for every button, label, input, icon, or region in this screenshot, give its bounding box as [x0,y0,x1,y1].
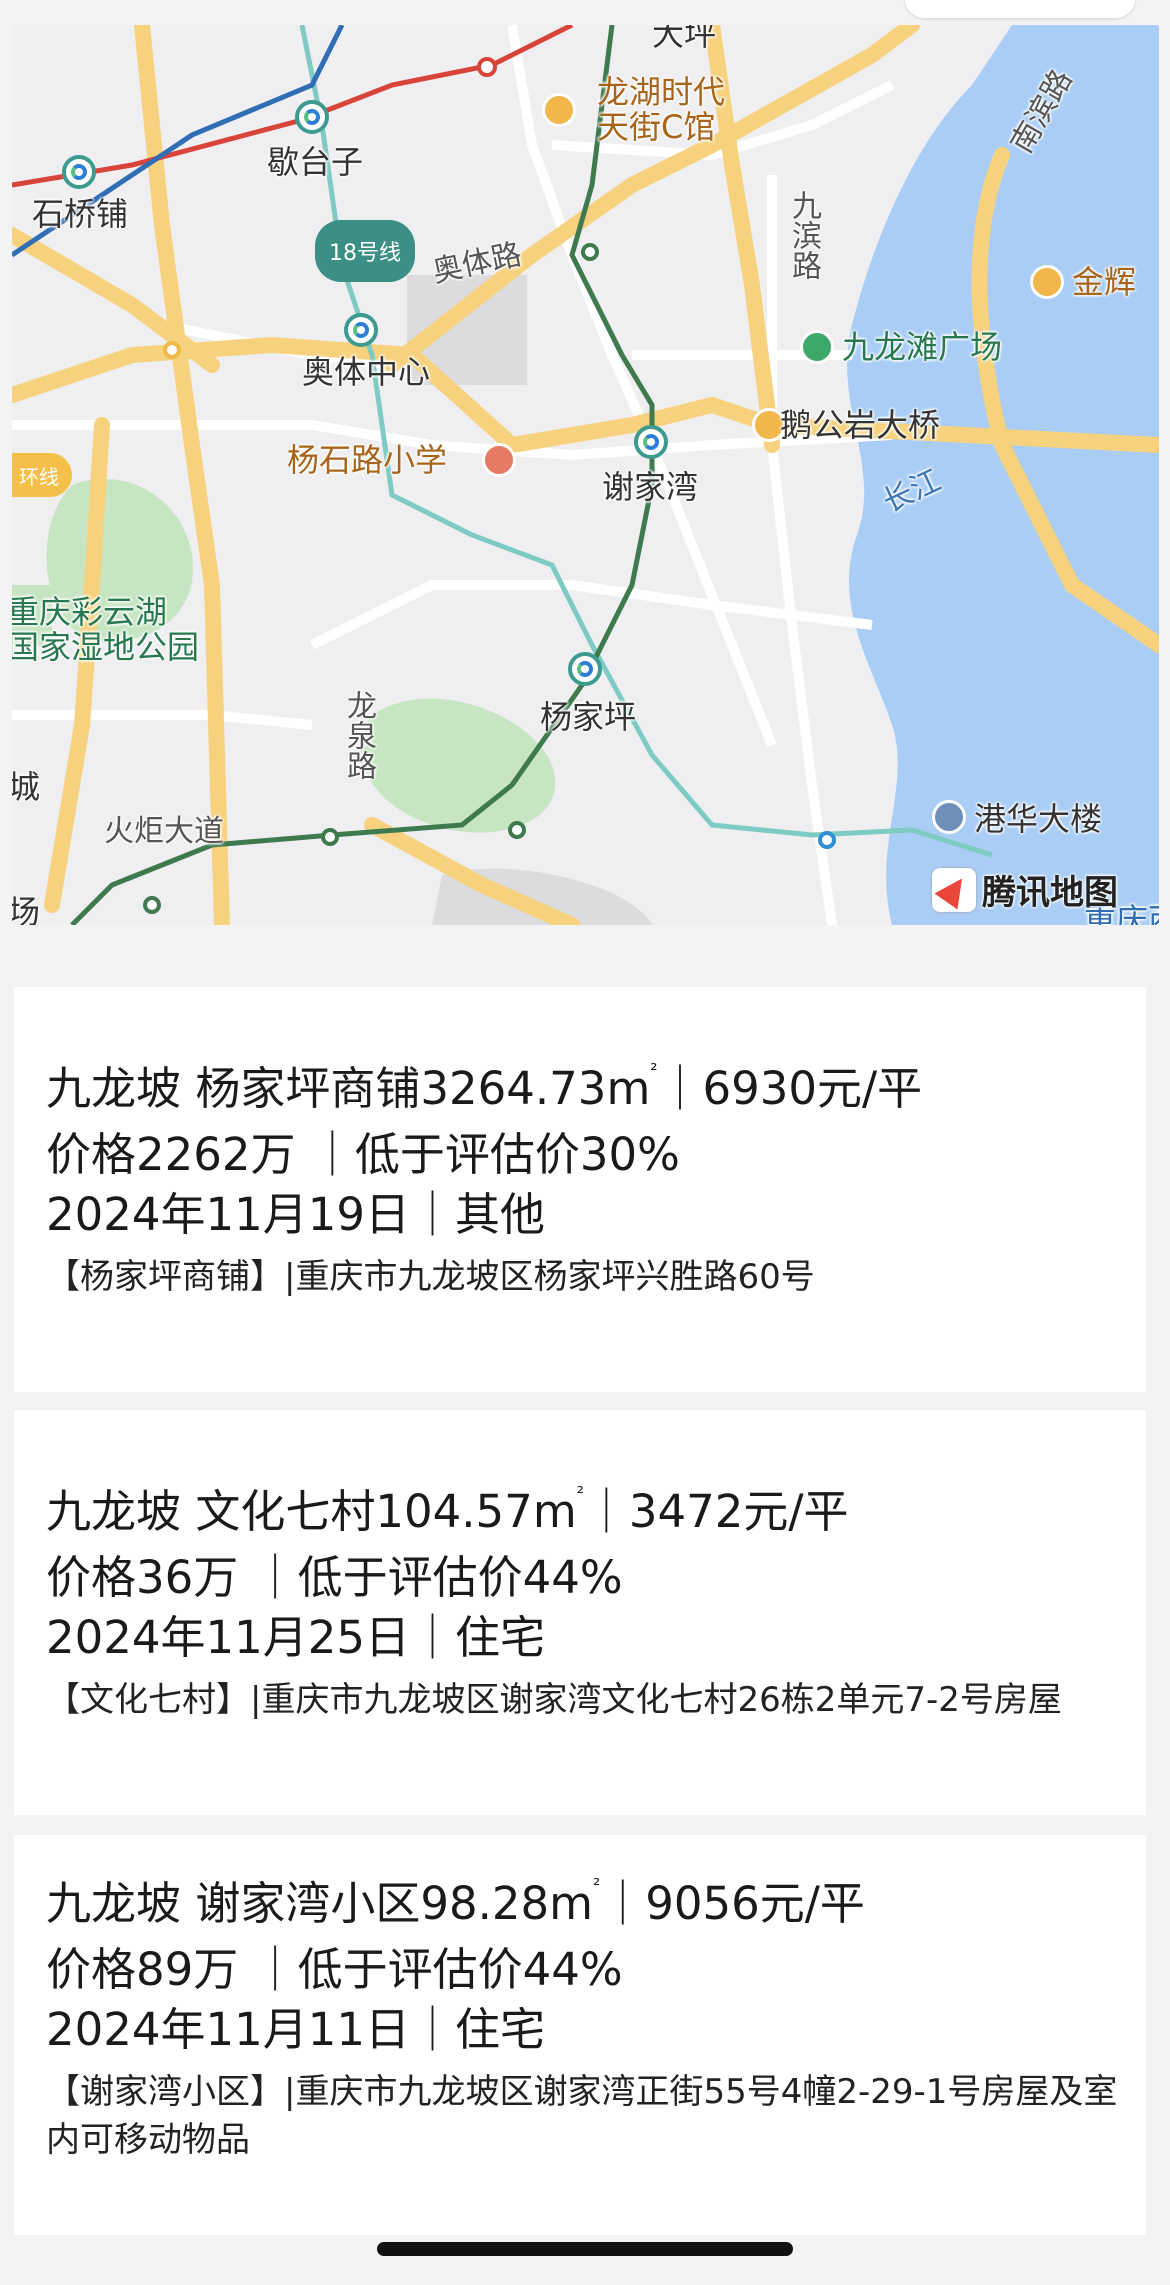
listing-address: 【谢家湾小区】|重庆市九龙坡区谢家湾正街55号4幢2-29-1号房屋及室内可移动… [46,2072,1118,2160]
listing-area: 104.57 [375,1485,533,1538]
line18-badge: 18号线 [315,220,415,282]
metro-station-icon[interactable] [344,313,378,347]
map-label-egongyan: 鹅公岩大桥 [780,406,941,444]
listing-area: 98.28 [420,1877,550,1930]
map-label-yangshilu[interactable]: 杨石路小学 [287,442,447,478]
school-poi-icon [482,443,516,477]
listing-unit-price: ｜9056元/平 [600,1877,865,1930]
listing-unit: m [532,1485,577,1538]
listing-unit: m [549,1877,594,1930]
map-label-ganghua: 港华大楼 [974,800,1103,838]
mall-poi-icon[interactable] [542,93,576,127]
listing-name: 文化七村 [195,1485,376,1538]
building-poi-icon [932,800,966,834]
listing-unit-price: ｜3472元/平 [583,1485,849,1538]
metro-station-icon[interactable] [568,652,602,686]
park-poi-icon[interactable] [800,330,834,364]
listing-price: 价格2262万 ｜低于评估价30% [46,1128,680,1181]
ring-line-badge: 环线 [12,453,72,497]
metro-station-icon[interactable] [634,425,668,459]
tencent-map-logo[interactable]: 腾讯地图 [932,865,1118,914]
listing-unit-price: ｜6930元/平 [657,1062,923,1115]
map-label-datan: 大坪 [652,25,717,53]
map-view[interactable]: 18号线 环线 大坪 龙湖时代 天街C馆 歇台子 石桥铺 奥体路 九滨路 南滨路… [12,25,1159,925]
top-pill [905,0,1135,18]
listing-unit-sup: ² [650,1060,658,1081]
listing-title: 九龙坡 文化七村104.57m²｜3472元/平 [46,1483,1146,1539]
listing-price: 价格89万 ｜低于评估价44% [46,1943,623,1996]
compass-icon [932,867,976,912]
listing-price: 价格36万 ｜低于评估价44% [46,1551,623,1604]
map-label-shiqiaopu: 石桥铺 [32,195,129,233]
listing-district: 九龙坡 [46,1877,182,1930]
listing-district: 九龙坡 [46,1062,182,1115]
listing-date: 2024年11月25日｜住宅 [46,1611,546,1664]
map-label-xietaizi: 歇台子 [267,143,364,181]
map-label-cheng: 城 [12,768,41,806]
map-label-aoti: 奥体中心 [302,353,431,391]
map-label-longquanlu: 龙泉路 [341,690,376,780]
mall-poi-icon[interactable] [1030,265,1064,299]
listing-card[interactable]: 九龙坡 谢家湾小区98.28m²｜9056元/平 价格89万 ｜低于评估价44%… [14,1835,1146,2235]
map-label-jiulongtan[interactable]: 九龙滩广场 [842,329,1002,365]
listing-unit: m [606,1062,651,1115]
map-label-longhu[interactable]: 龙湖时代 天街C馆 [597,74,725,145]
logo-text: 腾讯地图 [982,873,1118,913]
listing-title: 九龙坡 谢家湾小区98.28m²｜9056元/平 [46,1875,1146,1931]
listing-unit-sup: ² [576,1483,584,1504]
map-label-caiyunhu[interactable]: 重庆彩云湖 国家湿地公园 [12,594,199,665]
listing-card[interactable]: 九龙坡 杨家坪商铺3264.73m²｜6930元/平 价格2262万 ｜低于评估… [14,987,1146,1392]
metro-station-icon[interactable] [62,155,96,189]
listing-address: 【文化七村】|重庆市九龙坡区谢家湾文化七村26栋2单元7-2号房屋 [46,1680,1062,1720]
listing-name: 谢家湾小区 [195,1877,421,1930]
listing-address: 【杨家坪商铺】|重庆市九龙坡区杨家坪兴胜路60号 [46,1257,815,1297]
home-indicator[interactable] [377,2242,793,2256]
listing-district: 九龙坡 [46,1485,182,1538]
listing-area: 3264.73 [420,1062,607,1115]
map-label-huojudadao: 火炬大道 [104,814,224,849]
map-label-jiubinlu: 九滨路 [786,190,821,280]
listing-date: 2024年11月19日｜其他 [46,1188,546,1241]
listing-name: 杨家坪商铺 [195,1062,421,1115]
map-label-chang: 场 [12,893,41,925]
map-label-xiejiawan: 谢家湾 [602,468,699,506]
listing-card[interactable]: 九龙坡 文化七村104.57m²｜3472元/平 价格36万 ｜低于评估价44%… [14,1410,1146,1815]
metro-station-icon[interactable] [295,100,329,134]
listing-title: 九龙坡 杨家坪商铺3264.73m²｜6930元/平 [46,1060,1146,1116]
listing-date: 2024年11月11日｜住宅 [46,2003,546,2056]
map-base [12,25,1159,925]
map-label-jinhui[interactable]: 金辉 [1072,264,1136,300]
map-label-yangjiaping: 杨家坪 [540,698,637,736]
